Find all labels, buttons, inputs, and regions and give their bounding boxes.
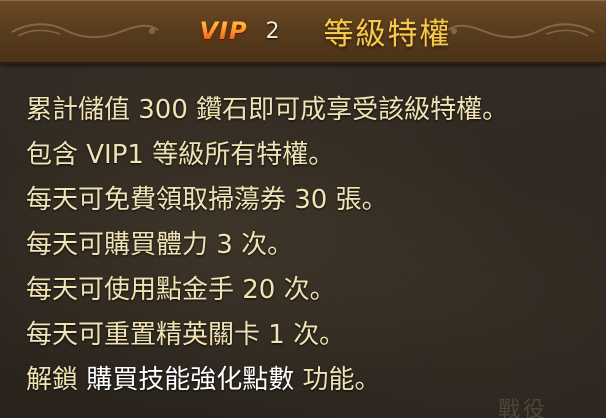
page-title: 等級特權 [323, 17, 452, 52]
privilege-item: 每天可免費領取掃蕩券 30 張。 [26, 185, 388, 215]
vip-privilege-panel: VIP 2 等級特權 累計儲值 300 鑽石即可成享受該級特權。 包含 VIP1… [0, 0, 606, 418]
privilege-prefix: 解鎖 [26, 365, 87, 395]
privilege-item: 累計儲值 300 鑽石即可成享受該級特權。 [26, 95, 509, 125]
vip-level-number: 2 [265, 18, 280, 44]
vip-badge: VIP [199, 17, 248, 45]
privilege-item: 每天可購買體力 3 次。 [26, 230, 294, 260]
privilege-item: 每天可重置精英關卡 1 次。 [26, 320, 346, 350]
privilege-highlight: 購買技能強化點數 [86, 365, 295, 395]
privilege-item: 解鎖 購買技能強化點數 功能。 [26, 358, 508, 403]
privilege-item: 包含 VIP1 等級所有特權。 [26, 140, 335, 170]
privilege-item: 每天可使用點金手 20 次。 [26, 275, 336, 305]
privilege-list: 累計儲值 300 鑽石即可成享受該級特權。 包含 VIP1 等級所有特權。 每天… [26, 88, 508, 403]
background-watermark: 戰役 [497, 398, 548, 418]
header-title-group: VIP 2 等級特權 [0, 0, 606, 62]
privilege-suffix: 功能。 [294, 365, 381, 395]
header-bar: VIP 2 等級特權 [0, 0, 606, 64]
